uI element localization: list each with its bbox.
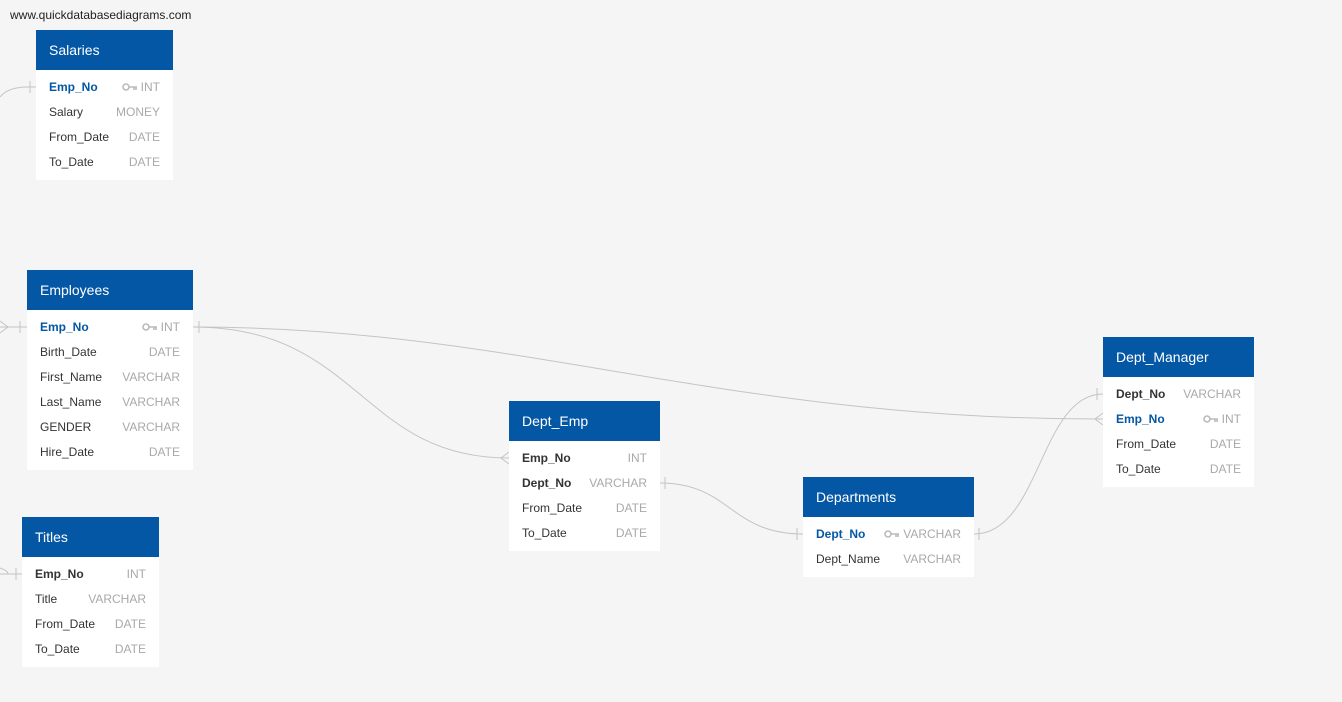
column-name: Dept_No [522,475,572,490]
column-row[interactable]: GENDER VARCHAR [27,414,193,439]
column-name: First_Name [40,369,103,384]
column-type: VARCHAR [1183,386,1241,401]
column-type: DATE [148,444,180,459]
column-type: DATE [128,129,160,144]
table-title[interactable]: Employees [27,270,193,310]
column-name: Birth_Date [40,344,97,359]
column-row[interactable]: Emp_No INT [27,314,193,339]
column-name: From_Date [1116,436,1177,451]
column-row[interactable]: Title VARCHAR [22,586,159,611]
table-dept-manager[interactable]: Dept_Manager Dept_No VARCHAR Emp_No INT … [1103,337,1254,487]
table-titles[interactable]: Titles Emp_No INT Title VARCHAR From_Dat… [22,517,159,667]
column-row[interactable]: Emp_No INT [22,561,159,586]
column-type: INT [121,80,160,94]
column-name: To_Date [49,154,94,169]
table-departments[interactable]: Departments Dept_No VARCHAR Dept_Name VA… [803,477,974,577]
column-row[interactable]: From_Date DATE [22,611,159,636]
column-type: VARCHAR [589,475,647,490]
column-row[interactable]: Salary MONEY [36,99,173,124]
column-name: Title [35,591,58,606]
column-row[interactable]: Last_Name VARCHAR [27,389,193,414]
column-type: DATE [114,641,146,656]
column-name: From_Date [522,500,583,515]
column-name: Dept_No [1116,386,1166,401]
column-name: Hire_Date [40,444,95,459]
column-row[interactable]: From_Date DATE [509,495,660,520]
key-icon [884,529,900,538]
column-row[interactable]: Dept_No VARCHAR [803,521,974,546]
column-name: Last_Name [40,394,102,409]
column-type: VARCHAR [903,551,961,566]
column-row[interactable]: Dept_Name VARCHAR [803,546,974,571]
column-type: MONEY [115,104,160,119]
column-row[interactable]: Hire_Date DATE [27,439,193,464]
column-type: DATE [128,154,160,169]
column-type: VARCHAR [122,369,180,384]
column-type: DATE [615,500,647,515]
column-type: DATE [1209,436,1241,451]
column-row[interactable]: To_Date DATE [1103,456,1254,481]
column-row[interactable]: To_Date DATE [22,636,159,661]
column-row[interactable]: Emp_No INT [1103,406,1254,431]
column-name: To_Date [1116,461,1161,476]
table-title[interactable]: Dept_Manager [1103,337,1254,377]
table-title[interactable]: Salaries [36,30,173,70]
column-name: Dept_No [816,526,866,541]
column-row[interactable]: To_Date DATE [36,149,173,174]
column-name: Emp_No [522,450,571,465]
table-employees[interactable]: Employees Emp_No INT Birth_Date DATE Fir… [27,270,193,470]
dept-emp-departments-link [659,482,804,535]
employees-dept-emp-link [192,326,510,459]
column-row[interactable]: To_Date DATE [509,520,660,545]
column-type: DATE [114,616,146,631]
column-type: VARCHAR [122,394,180,409]
departments-dept-manager-link [973,393,1104,535]
table-dept-emp[interactable]: Dept_Emp Emp_No INT Dept_No VARCHAR From… [509,401,660,551]
column-name: From_Date [49,129,110,144]
column-row[interactable]: First_Name VARCHAR [27,364,193,389]
column-row[interactable]: Dept_No VARCHAR [1103,381,1254,406]
column-type: INT [1202,412,1241,426]
column-type: VARCHAR [884,527,961,541]
table-salaries[interactable]: Salaries Emp_No INT Salary MONEY From_Da… [36,30,173,180]
column-name: Emp_No [35,566,84,581]
column-type: DATE [615,525,647,540]
column-name: Emp_No [49,79,98,94]
table-title[interactable]: Departments [803,477,974,517]
column-type: INT [627,450,647,465]
salaries-link [0,86,36,98]
table-title[interactable]: Titles [22,517,159,557]
column-name: To_Date [522,525,567,540]
column-row[interactable]: From_Date DATE [36,124,173,149]
column-name: To_Date [35,641,80,656]
column-name: From_Date [35,616,96,631]
key-icon [1202,414,1219,423]
column-type: DATE [148,344,180,359]
column-name: Salary [49,104,84,119]
column-row[interactable]: From_Date DATE [1103,431,1254,456]
column-name: Dept_Name [816,551,881,566]
column-row[interactable]: Dept_No VARCHAR [509,470,660,495]
key-icon [141,322,158,331]
column-type: VARCHAR [88,591,146,606]
column-type: INT [141,320,180,334]
column-name: Emp_No [40,319,89,334]
column-name: GENDER [40,419,92,434]
column-type: INT [126,566,146,581]
column-row[interactable]: Emp_No INT [509,445,660,470]
column-name: Emp_No [1116,411,1165,426]
key-icon [121,82,138,91]
column-row[interactable]: Birth_Date DATE [27,339,193,364]
column-type: DATE [1209,461,1241,476]
column-type: VARCHAR [122,419,180,434]
table-title[interactable]: Dept_Emp [509,401,660,441]
column-row[interactable]: Emp_No INT [36,74,173,99]
